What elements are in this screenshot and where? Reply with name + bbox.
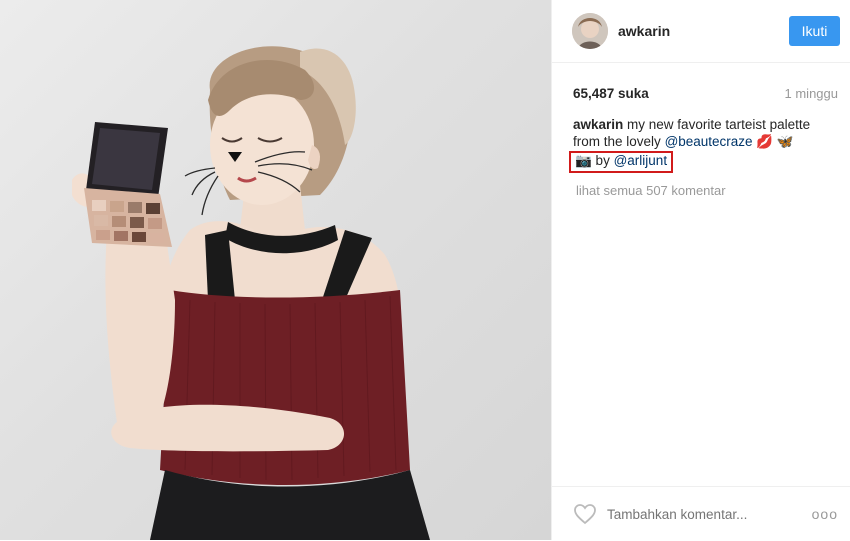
mention-link-beautecraze[interactable]: @beautecraze <box>665 134 753 149</box>
post-sidebar: awkarin Ikuti 65,487 suka 1 minggu awkar… <box>551 0 850 540</box>
post-time[interactable]: 1 minggu <box>785 86 838 101</box>
avatar[interactable] <box>572 13 608 49</box>
mention-link-arlijunt[interactable]: @arlijunt <box>614 153 667 168</box>
caption-emoji: 💋 🦋 <box>756 133 794 149</box>
caption-username[interactable]: awkarin <box>573 117 623 132</box>
camera-emoji: 📷 by <box>575 153 610 168</box>
avatar-image <box>572 13 608 49</box>
author-username[interactable]: awkarin <box>618 23 789 39</box>
more-options-icon[interactable]: ooo <box>812 506 838 522</box>
heart-icon[interactable] <box>573 503 597 525</box>
post-caption: awkarin my new favorite tarteist palette… <box>569 117 840 173</box>
photo-illustration <box>72 46 430 540</box>
comment-bar: ooo <box>552 486 850 541</box>
view-all-comments-link[interactable]: lihat semua 507 komentar <box>576 183 850 198</box>
instagram-post: awkarin Ikuti 65,487 suka 1 minggu awkar… <box>0 0 850 540</box>
photo-credit-highlight: 📷 by @arlijunt <box>569 151 674 173</box>
comment-input[interactable] <box>605 505 812 523</box>
post-header: awkarin Ikuti <box>552 0 850 63</box>
post-photo[interactable] <box>0 0 551 540</box>
post-meta: 65,487 suka 1 minggu <box>573 86 838 101</box>
likes-count[interactable]: 65,487 suka <box>573 86 649 101</box>
follow-button[interactable]: Ikuti <box>789 16 840 46</box>
